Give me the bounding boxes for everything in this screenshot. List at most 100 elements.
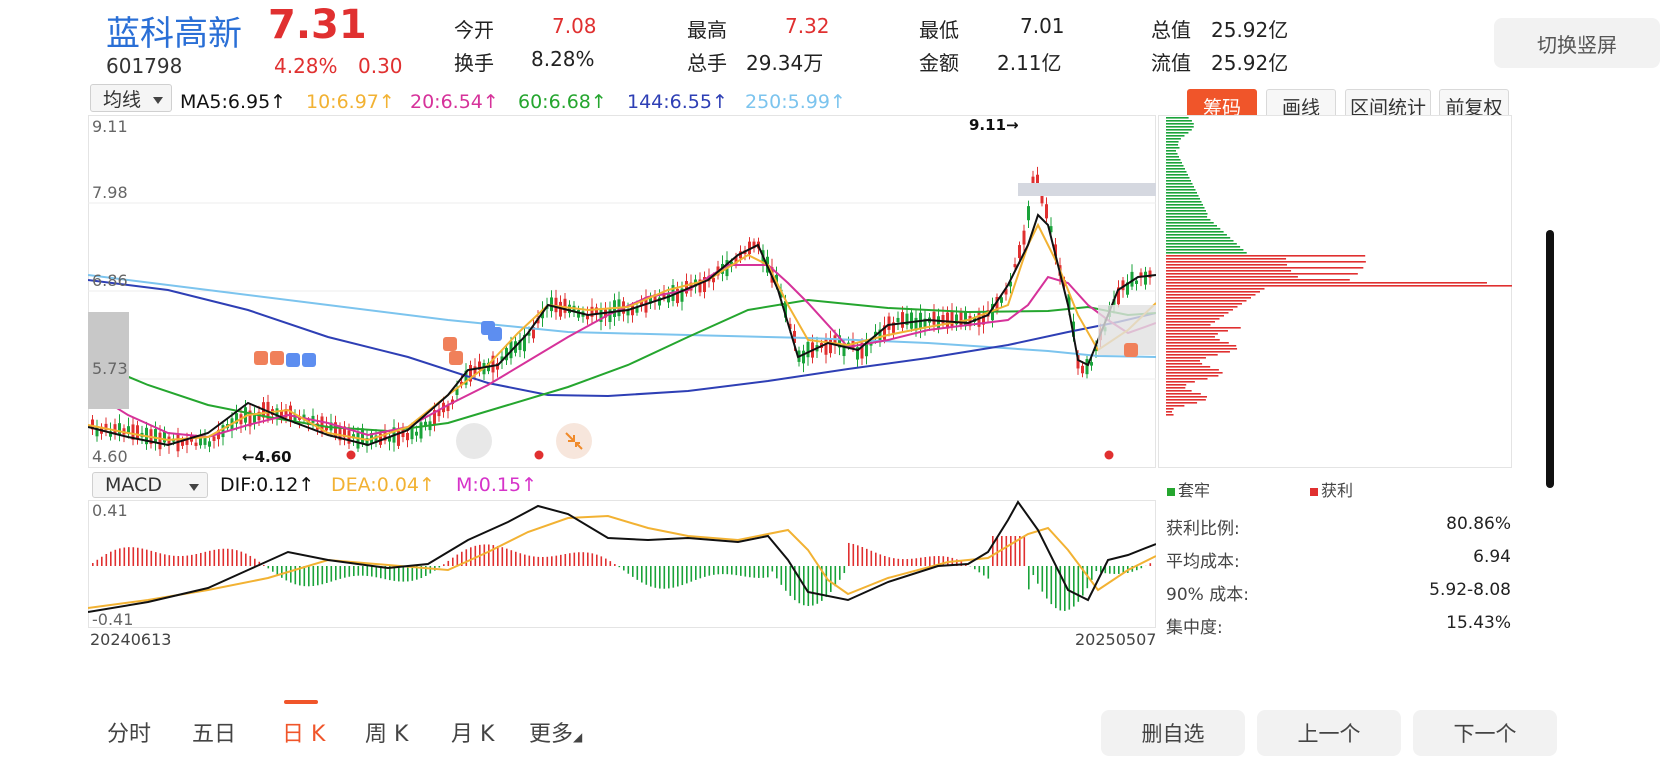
macd-bar: [155, 552, 157, 566]
tab-monthly-k[interactable]: 月 K: [451, 716, 494, 748]
next-stock-button[interactable]: 下一个: [1413, 710, 1557, 756]
chip-bar: [1166, 402, 1198, 404]
macd-bar: [186, 555, 189, 566]
macd-bar: [677, 566, 679, 587]
macd-bar: [897, 558, 900, 566]
chip-bar: [1166, 309, 1233, 311]
chip-bar: [1166, 267, 1364, 269]
high-annotation: 9.11→: [969, 116, 1019, 134]
macd-bar: [749, 566, 751, 578]
macd-bar: [866, 548, 868, 566]
stock-code: 601798: [106, 54, 183, 78]
macd-bar: [195, 553, 198, 566]
chip-bar: [1166, 141, 1179, 143]
macd-bar: [654, 566, 657, 588]
macd-bar: [893, 558, 895, 566]
switch-portrait-button[interactable]: 切换竖屏: [1494, 18, 1660, 68]
macd-bar: [708, 566, 711, 576]
candle: [806, 341, 810, 358]
macd-bar: [141, 548, 144, 566]
macd-bar: [884, 555, 886, 566]
concentration-value: 15.43%: [1446, 613, 1511, 633]
macd-bar: [915, 558, 918, 566]
tab-intraday[interactable]: 分时: [107, 716, 151, 748]
indicator-select[interactable]: 均线: [90, 84, 172, 112]
chip-bar: [1166, 129, 1192, 131]
macd-bar: [164, 554, 166, 566]
candle: [154, 429, 157, 443]
chip-bar: [1166, 324, 1211, 326]
chip-bar: [1166, 207, 1205, 209]
candle: [626, 310, 630, 316]
macd-bar: [636, 566, 639, 580]
macd-bar: [668, 566, 670, 589]
open-label: 今开: [454, 18, 494, 42]
chip-bar: [1166, 393, 1201, 395]
avg-cost-label: 平均成本:: [1166, 552, 1240, 572]
macd-bar: [483, 544, 486, 566]
candle: [563, 298, 567, 313]
chip-bar: [1166, 219, 1211, 221]
macd-select-value: MACD: [105, 474, 162, 496]
macd-bar: [911, 558, 913, 566]
candle: [901, 312, 904, 328]
candle: [887, 316, 891, 330]
macd-bar: [150, 550, 153, 566]
change-percent: 4.28%: [274, 54, 338, 78]
candle: [802, 350, 805, 364]
macd-bar: [357, 566, 360, 576]
remove-watchlist-button[interactable]: 删自选: [1101, 710, 1245, 756]
tab-five-day[interactable]: 五日: [192, 716, 236, 748]
tab-daily-k[interactable]: 日 K: [282, 716, 325, 748]
macd-bar: [452, 557, 454, 566]
chip-bar: [1166, 414, 1174, 416]
macd-bar: [429, 566, 432, 574]
chip-bar: [1166, 228, 1221, 230]
macd-bar: [524, 554, 526, 566]
price-axis-3: 5.73: [92, 359, 128, 378]
macd-bar: [105, 553, 108, 566]
macd-bar: [663, 566, 666, 589]
macd-bar: [245, 553, 247, 566]
macd-bar: [173, 555, 175, 566]
chip-bar: [1166, 216, 1208, 218]
macd-bar: [618, 566, 621, 568]
tab-more[interactable]: 更多◢: [529, 716, 582, 748]
candle: [1090, 362, 1093, 366]
scrollbar[interactable]: [1546, 230, 1554, 488]
macd-bar: [168, 555, 171, 566]
macd-bar: [281, 566, 283, 578]
chip-bar: [1166, 189, 1196, 191]
chip-bar: [1166, 369, 1219, 371]
tab-weekly-k[interactable]: 周 K: [365, 716, 408, 748]
macd-bar: [753, 566, 756, 578]
chip-bar: [1166, 327, 1241, 329]
macd-bar: [978, 566, 981, 573]
chip-bar: [1166, 297, 1251, 299]
candle: [212, 436, 216, 441]
macd-bar: [344, 566, 346, 578]
high-label: 最高: [687, 18, 727, 42]
price-axis-2: 6.86: [92, 271, 128, 290]
macd-bar: [546, 556, 549, 566]
chip-bar: [1166, 348, 1238, 350]
prev-stock-button[interactable]: 上一个: [1257, 710, 1401, 756]
chip-bar: [1166, 201, 1202, 203]
candle: [221, 425, 225, 438]
chip-bar: [1166, 249, 1244, 251]
candle: [1144, 271, 1147, 285]
macd-bar: [839, 566, 841, 580]
macd-bar: [596, 554, 598, 566]
candle: [568, 304, 571, 314]
amount-label: 金额: [919, 51, 959, 75]
candle: [158, 432, 162, 450]
kline-chart[interactable]: [88, 115, 1156, 468]
macd-chart[interactable]: [88, 500, 1156, 628]
macd-bar: [137, 547, 139, 566]
macd-bar: [983, 566, 985, 576]
chip-bar: [1166, 303, 1242, 305]
macd-select[interactable]: MACD: [92, 472, 208, 498]
macd-bar: [1055, 566, 1057, 609]
macd-bar: [209, 550, 211, 566]
marker-toggle-icon[interactable]: [456, 423, 492, 459]
